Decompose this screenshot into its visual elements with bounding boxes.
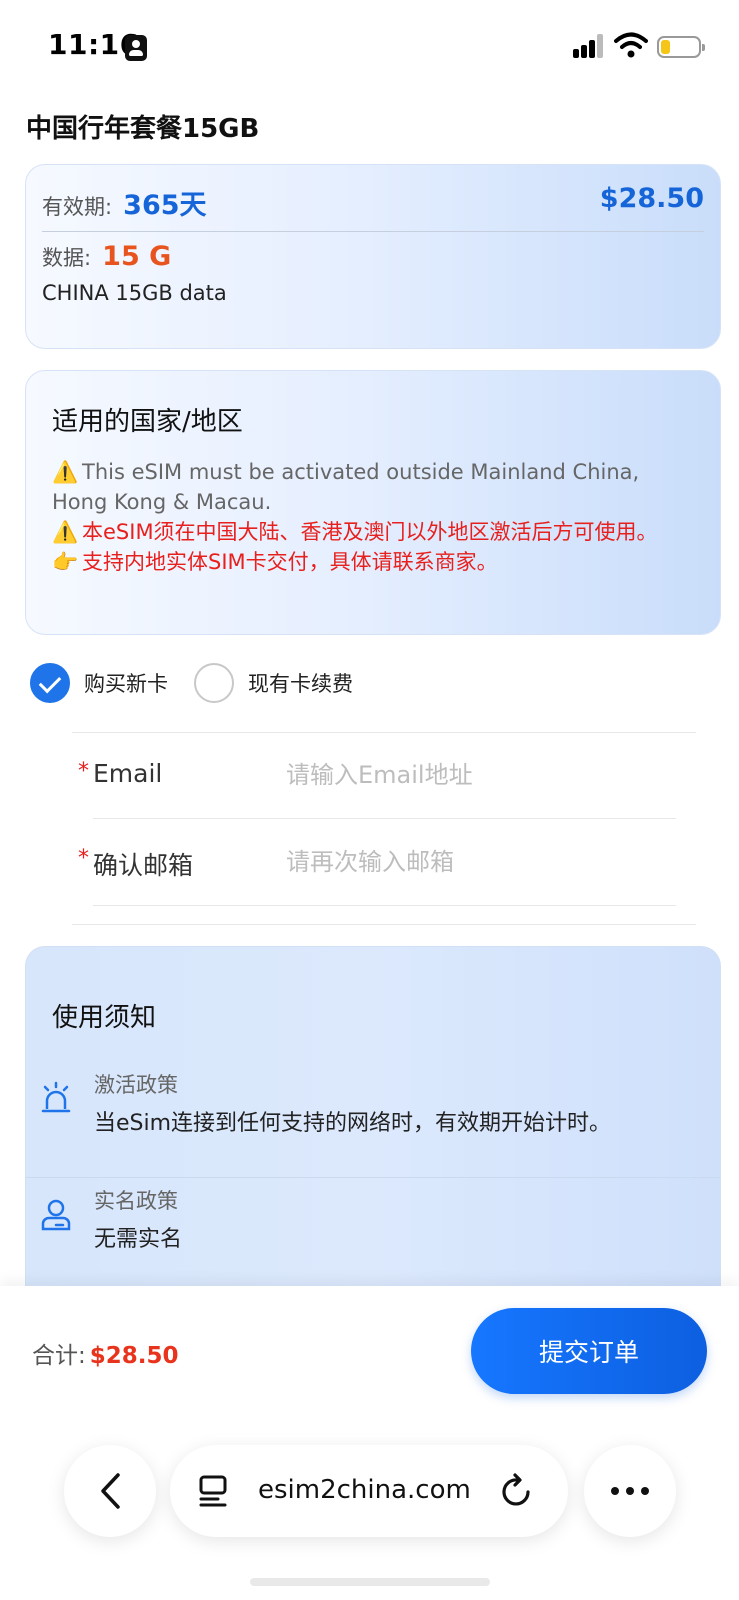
wifi-icon (614, 32, 648, 58)
plan-price: $28.50 (599, 183, 704, 214)
policy-divider (26, 1177, 720, 1178)
policy-name: 实名政策 (94, 1189, 178, 1213)
confirm-email-input[interactable] (286, 842, 646, 882)
form-divider-bottom (72, 924, 696, 925)
status-bar: 11:16 (0, 0, 739, 96)
battery-icon (657, 36, 705, 58)
notice-title: 使用须知 (52, 1003, 157, 1033)
email-label: Email (93, 759, 163, 788)
total-amount: $28.50 (89, 1343, 179, 1369)
confirm-email-label: 确认邮箱 (93, 851, 194, 880)
data-label: 数据: (42, 246, 92, 270)
user-card-icon (41, 1199, 71, 1231)
url-text: esim2china.com (258, 1475, 471, 1505)
field-divider (93, 818, 676, 819)
policy-value: 当eSim连接到任何支持的网络时，有效期开始计时。 (94, 1111, 612, 1136)
purchase-type-options: 购买新卡 现有卡续费 (30, 662, 379, 704)
region-notes: ⚠️ This eSIM must be activated outside Ma… (52, 457, 690, 577)
note-activation-en: ⚠️ This eSIM must be activated outside Ma… (52, 457, 690, 517)
back-button[interactable] (64, 1445, 156, 1537)
option-renew-label: 现有卡续费 (248, 672, 353, 696)
plan-description: CHINA 15GB data (42, 281, 227, 305)
note-text: 本eSIM须在中国大陆、香港及澳门以外地区激活后方可使用。 (82, 520, 658, 544)
note-activation-cn: ⚠️ 本eSIM须在中国大陆、香港及澳门以外地区激活后方可使用。 (52, 517, 690, 547)
home-indicator (250, 1578, 490, 1586)
warning-icon: ⚠️ (52, 520, 79, 544)
region-title: 适用的国家/地区 (52, 407, 243, 437)
cellular-signal-icon (573, 34, 605, 58)
divider (42, 231, 704, 232)
policy-value: 无需实名 (94, 1227, 183, 1252)
alarm-icon (41, 1081, 71, 1113)
pointing-hand-icon: 👉 (52, 550, 79, 574)
option-renew[interactable]: 现有卡续费 (194, 663, 353, 703)
plan-card: 有效期: 365天 $28.50 数据: 15 G CHINA 15GB dat… (25, 164, 721, 349)
address-bar[interactable]: esim2china.com (170, 1445, 568, 1537)
radio-unchecked-icon[interactable] (194, 663, 234, 703)
warning-icon: ⚠️ (52, 460, 79, 484)
browser-toolbar: esim2china.com (0, 1437, 739, 1557)
notice-card: 使用须知 激活政策 当eSim连接到任何支持的网络时，有效期开始计时。 实名政策… (25, 946, 721, 1306)
policy-activation: 激活政策 当eSim连接到任何支持的网络时，有效期开始计时。 (26, 1047, 720, 1177)
more-button[interactable] (584, 1445, 676, 1537)
policy-name: 激活政策 (94, 1073, 178, 1097)
page-title: 中国行年套餐15GB (26, 114, 260, 144)
chevron-left-icon (101, 1473, 120, 1509)
total: 合计: $28.50 (32, 1336, 179, 1370)
submit-order-button[interactable]: 提交订单 (471, 1308, 707, 1394)
region-card: 适用的国家/地区 ⚠️ This eSIM must be activated o… (25, 370, 721, 635)
radio-checked-icon[interactable] (30, 663, 70, 703)
confirm-email-field: * 确认邮箱 (78, 820, 676, 906)
option-new-card-label: 购买新卡 (84, 672, 168, 696)
required-mark: * (78, 759, 89, 784)
required-mark: * (78, 846, 89, 871)
tabs-icon (199, 1475, 227, 1507)
field-divider (93, 905, 676, 906)
validity-value: 365天 (123, 190, 207, 221)
option-new-card[interactable]: 购买新卡 (30, 663, 168, 703)
note-text: This eSIM must be activated outside Main… (52, 460, 640, 514)
more-dots-icon (611, 1487, 649, 1495)
note-text: 支持内地实体SIM卡交付，具体请联系商家。 (82, 550, 498, 574)
total-label: 合计: (32, 1343, 86, 1369)
reload-icon[interactable] (500, 1472, 534, 1508)
email-input[interactable] (286, 755, 646, 795)
email-field: * Email (78, 733, 676, 819)
data-value: 15 G (102, 241, 172, 272)
validity-label: 有效期: (42, 195, 113, 219)
note-physical-sim: 👉 支持内地实体SIM卡交付，具体请联系商家。 (52, 547, 690, 577)
focus-person-icon (125, 35, 147, 61)
